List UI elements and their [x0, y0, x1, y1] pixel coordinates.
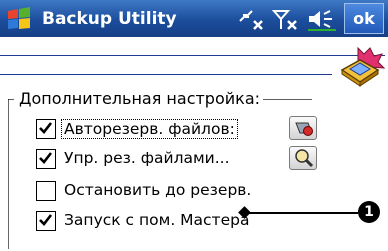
connectivity-icon[interactable]	[236, 7, 266, 31]
manage-backup-files-checkbox[interactable]	[36, 149, 56, 169]
signal-icon[interactable]	[272, 7, 302, 31]
header-top-rule	[0, 55, 385, 56]
callout-line	[244, 212, 358, 214]
stop-before-backup-checkbox[interactable]	[36, 181, 56, 201]
windows-start-icon[interactable]	[6, 7, 32, 31]
checkmark-icon	[39, 152, 53, 164]
auto-backup-label: Авторезерв. файлов:	[61, 119, 238, 139]
option-manage-backup-files[interactable]: Упр. рез. файлами...	[36, 148, 286, 170]
callout-number-badge: 1	[358, 201, 380, 223]
checkmark-icon	[39, 214, 53, 226]
settings-group-legend: Дополнительная настройка:	[16, 89, 264, 108]
option-auto-backup[interactable]: Авторезерв. файлов:	[36, 118, 286, 140]
auto-backup-checkbox[interactable]	[36, 119, 56, 139]
auto-backup-icon	[295, 122, 313, 136]
title-bar: Backup Utility ok	[0, 0, 388, 37]
checkmark-icon	[39, 122, 53, 134]
launch-with-wizard-label: Запуск с пом. Мастера	[64, 211, 250, 229]
launch-with-wizard-checkbox[interactable]	[36, 211, 56, 231]
ok-button[interactable]: ok	[344, 3, 384, 34]
stop-before-backup-label: Остановить до резерв.	[64, 181, 252, 199]
manage-backup-files-label: Упр. рез. файлами...	[64, 149, 230, 167]
option-stop-before-backup[interactable]: Остановить до резерв.	[36, 180, 286, 202]
search-files-icon	[295, 149, 314, 168]
manage-backup-files-button[interactable]	[289, 146, 317, 170]
backup-utility-icon	[340, 46, 386, 87]
header-bottom-rule	[0, 74, 332, 75]
app-title: Backup Utility	[42, 9, 177, 29]
auto-backup-settings-button[interactable]	[289, 116, 317, 140]
volume-icon[interactable]	[306, 7, 338, 31]
